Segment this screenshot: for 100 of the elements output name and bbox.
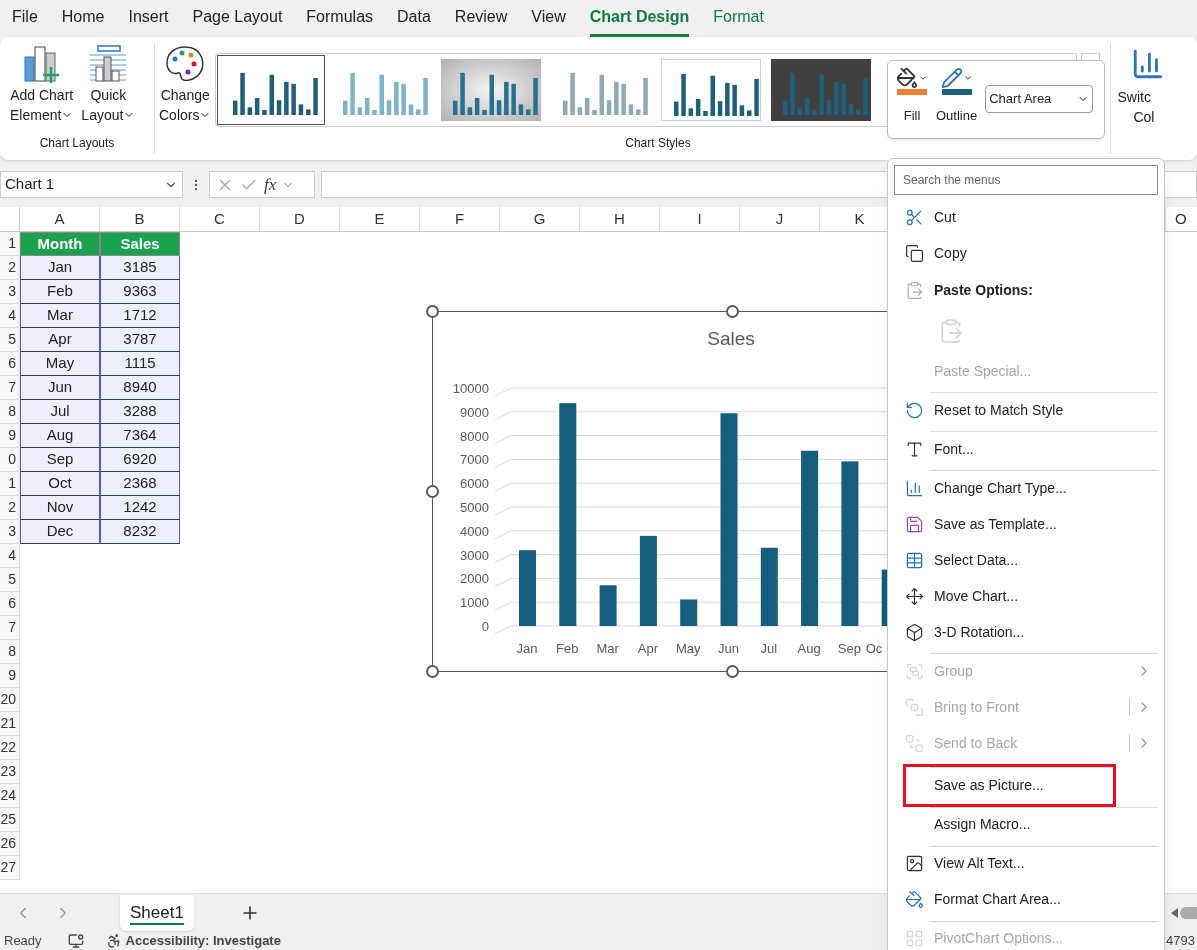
- axis-tick-label: 6000: [460, 476, 489, 492]
- macro-recording-icon[interactable]: [67, 932, 84, 949]
- menu-item[interactable]: Save as Picture...: [903, 764, 1116, 807]
- row-header[interactable]: 23: [0, 760, 20, 784]
- move-icon: [904, 586, 924, 606]
- row-header[interactable]: 1: [0, 232, 20, 256]
- ribbon-button[interactable]: Change Colors: [155, 37, 216, 125]
- row-header[interactable]: 9: [0, 664, 20, 688]
- column-header[interactable]: F: [420, 207, 500, 231]
- row-header[interactable]: 5: [0, 328, 20, 352]
- row-header[interactable]: 3: [0, 280, 20, 304]
- axis-category-label: Jul: [760, 641, 778, 656]
- axis-category-label: Sep: [837, 641, 861, 656]
- ribbon-button[interactable]: Quick Layout: [79, 45, 138, 125]
- paint-bucket-icon: [896, 67, 918, 89]
- header-cell: Month: [20, 232, 100, 256]
- search-field[interactable]: Search the menus: [894, 165, 1158, 195]
- row-header[interactable]: 20: [0, 688, 20, 712]
- row-header[interactable]: 2: [0, 256, 20, 280]
- row-header[interactable]: 6: [0, 592, 20, 616]
- row-header[interactable]: 21: [0, 712, 20, 736]
- accessibility-status[interactable]: Accessibility: Investigate: [125, 930, 281, 950]
- row-header[interactable]: 5: [0, 568, 20, 592]
- layout-chart-icon: [88, 45, 129, 83]
- chart-style-thumbnail[interactable]: [217, 55, 326, 125]
- menu-item[interactable]: Copy: [894, 235, 1158, 271]
- row-header[interactable]: 26: [0, 832, 20, 856]
- menu-item[interactable]: Save as Template...: [894, 506, 1158, 542]
- ribbon-tab[interactable]: File: [12, 0, 38, 37]
- sheet-tab[interactable]: Sheet1: [120, 894, 194, 931]
- column-header[interactable]: B: [100, 207, 180, 231]
- scissors-icon: [904, 207, 924, 227]
- row-header[interactable]: 6: [0, 352, 20, 376]
- row-header[interactable]: 24: [0, 784, 20, 808]
- row-header[interactable]: 2: [0, 496, 20, 520]
- table-cell: 1242: [100, 496, 180, 520]
- axis-tick-label: 10000: [452, 381, 489, 396]
- outline-button[interactable]: Outline: [936, 67, 978, 126]
- column-header[interactable]: C: [180, 207, 260, 231]
- group-icon: [904, 661, 924, 681]
- column-header[interactable]: H: [580, 207, 660, 231]
- column-header[interactable]: E: [340, 207, 420, 231]
- bar: [599, 585, 617, 626]
- axis-tick-label: 4000: [460, 523, 489, 539]
- chart-area[interactable]: Sales 0 1000 2000 3000 4000 5000 6000 7000 8000 9000 10000 Jan Feb Mar Apr May Jun Jul Aug Sep Oc: [432, 311, 887, 672]
- row-header[interactable]: 27: [0, 856, 20, 880]
- menu-item[interactable]: Move Chart...: [894, 578, 1158, 614]
- table-cell: Jan: [20, 256, 100, 280]
- row-header[interactable]: 4: [0, 544, 20, 568]
- table-cell: Nov: [20, 496, 100, 520]
- axis-tick-label: 2000: [460, 571, 489, 587]
- palette-icon: [165, 45, 206, 83]
- fill-button[interactable]: Fill: [896, 67, 928, 126]
- row-header[interactable]: 8: [0, 400, 20, 424]
- ribbon-tab[interactable]: View: [531, 0, 566, 37]
- menu-item[interactable]: Select Data...: [894, 542, 1158, 578]
- row-header[interactable]: 7: [0, 376, 20, 400]
- row-header[interactable]: 3: [0, 520, 20, 544]
- row-header[interactable]: 7: [0, 616, 20, 640]
- table-cell: Aug: [20, 424, 100, 448]
- outline-color-swatch: [941, 89, 972, 95]
- column-header[interactable]: A: [20, 207, 100, 231]
- ribbon-tab[interactable]: Data: [397, 0, 431, 37]
- menu-item[interactable]: Reset to Match Style: [894, 392, 1158, 428]
- row-header[interactable]: 4: [0, 304, 20, 328]
- table-cell: 8232: [100, 520, 180, 544]
- row-header[interactable]: 8: [0, 640, 20, 664]
- table-cell: 6920: [100, 448, 180, 472]
- column-header[interactable]: J: [740, 207, 820, 231]
- menu-item[interactable]: Assign Macro...: [894, 806, 1158, 843]
- paint-bucket-icon: [904, 890, 924, 909]
- table-cell: Dec: [20, 520, 100, 544]
- status-count: 4793: [1166, 931, 1195, 950]
- row-header[interactable]: 0: [0, 448, 20, 472]
- ribbon-button[interactable]: Add Chart Element: [8, 45, 76, 125]
- menu-item[interactable]: Font...: [894, 431, 1158, 467]
- table-icon: [904, 550, 924, 570]
- ribbon-tab[interactable]: Home: [61, 0, 105, 37]
- menu-item[interactable]: 3-D Rotation...: [894, 614, 1158, 650]
- chart-element-dropdown[interactable]: Chart Area: [985, 85, 1094, 113]
- row-header[interactable]: 1: [0, 472, 20, 496]
- table-cell: 1712: [100, 304, 180, 328]
- column-header[interactable]: G: [500, 207, 580, 231]
- row-header[interactable]: 9: [0, 424, 20, 448]
- pencil-icon: [940, 67, 963, 89]
- ribbon-tab[interactable]: Format: [713, 0, 764, 37]
- ribbon-tab[interactable]: Review: [454, 0, 508, 37]
- insert-function-button[interactable]: fx: [264, 171, 277, 198]
- row-header[interactable]: 22: [0, 736, 20, 760]
- menu-item[interactable]: Change Chart Type...: [894, 470, 1158, 506]
- ribbon-tab[interactable]: Formulas: [306, 0, 374, 37]
- menu-item[interactable]: View Alt Text...: [894, 845, 1158, 882]
- ribbon-button[interactable]: Switc Col: [1111, 37, 1166, 127]
- ribbon-tab[interactable]: Insert: [128, 0, 169, 37]
- row-header[interactable]: 25: [0, 808, 20, 832]
- column-header[interactable]: I: [660, 207, 740, 231]
- menu-item[interactable]: Format Chart Area...: [894, 881, 1158, 918]
- column-header[interactable]: D: [260, 207, 340, 231]
- name-box[interactable]: Chart 1: [0, 171, 183, 198]
- ribbon-tab[interactable]: Page Layout: [192, 0, 283, 37]
